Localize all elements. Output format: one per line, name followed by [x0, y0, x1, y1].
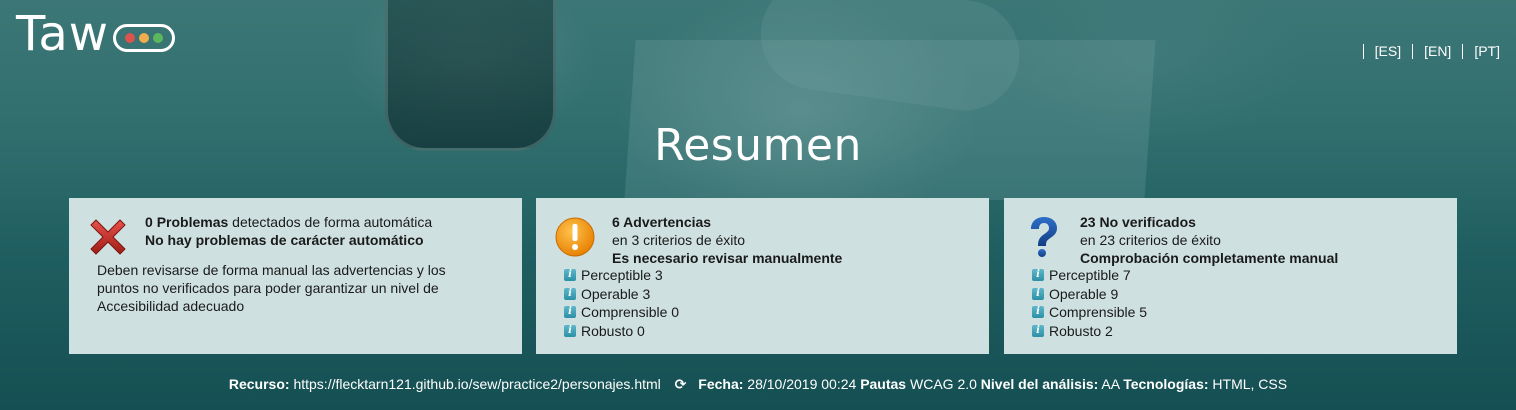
info-icon: i: [564, 269, 576, 282]
summary-header: Taw [ES] [EN] [PT] Resumen 0 Problemas d: [0, 0, 1516, 410]
problems-count-label: Problemas: [156, 214, 229, 230]
question-icon: [1031, 217, 1057, 257]
language-separator: [1412, 43, 1414, 59]
problems-card: 0 Problemas detectados de forma automáti…: [69, 198, 522, 354]
logo-dot-green: [153, 33, 164, 43]
analysis-info-bar: Recurso: https://flecktarn121.github.io/…: [0, 374, 1516, 394]
list-item[interactable]: i Operable 3: [564, 285, 679, 304]
guidelines-value: WCAG 2.0: [910, 376, 977, 392]
resource-url[interactable]: https://flecktarn121.github.io/sew/pract…: [293, 376, 660, 392]
page-title: Resumen: [654, 120, 862, 171]
warnings-card: 6 Advertencias en 3 criterios de éxito E…: [536, 198, 989, 354]
date-label: Fecha:: [698, 376, 744, 392]
taw-logo[interactable]: Taw: [16, 6, 176, 62]
list-item[interactable]: i Comprensible 5: [1032, 303, 1147, 322]
info-icon: i: [1032, 306, 1044, 319]
list-item[interactable]: i Robusto 0: [564, 322, 679, 341]
language-link-es[interactable]: [ES]: [1375, 43, 1401, 59]
principle-label: Comprensible 5: [1049, 304, 1148, 321]
red-x-icon: [90, 219, 126, 255]
principle-label: Perceptible 3: [581, 267, 663, 284]
problems-summary-line: 0 Problemas detectados de forma automáti…: [145, 213, 512, 231]
principle-label: Operable 9: [1049, 285, 1119, 302]
logo-traffic-light-icon: [113, 24, 176, 52]
unverified-subtitle: Comprobación completamente manual: [1080, 250, 1339, 266]
warning-icon: [555, 217, 595, 257]
warnings-principles-list: i Perceptible 3 i Operable 3 i Comprensible…: [564, 266, 679, 340]
logo-dot-red: [125, 33, 136, 43]
date-value: 28/10/2019 00:24: [747, 376, 857, 392]
language-separator: [1362, 43, 1364, 59]
problems-subtitle: No hay problemas de carácter automático: [145, 232, 424, 248]
language-separator: [1462, 43, 1464, 59]
principle-label: Operable 3: [581, 285, 651, 302]
logo-dot-yellow: [139, 33, 150, 43]
warnings-subtitle: Es necesario revisar manualmente: [612, 250, 843, 266]
problems-detail: detectados de forma automática: [228, 214, 433, 230]
info-icon: i: [564, 287, 576, 300]
problems-header: 0 Problemas detectados de forma automáti…: [145, 213, 512, 249]
unverified-title: 23 No verificados: [1080, 214, 1196, 230]
unverified-principles-list: i Perceptible 7 i Operable 9 i Comprensible…: [1032, 266, 1147, 340]
info-icon: i: [1032, 287, 1044, 300]
unverified-card: 23 No verificados en 23 criterios de éxi…: [1004, 198, 1457, 354]
principle-label: Robusto 2: [1049, 322, 1113, 339]
info-icon: i: [1032, 324, 1044, 337]
warnings-title: 6 Advertencias: [612, 214, 712, 230]
warnings-header: 6 Advertencias en 3 criterios de éxito E…: [612, 213, 979, 267]
info-icon: i: [564, 306, 576, 319]
language-link-pt[interactable]: [PT]: [1474, 43, 1500, 59]
level-label: Nivel del análisis:: [980, 376, 1099, 392]
logo-text: Taw: [16, 6, 110, 62]
list-item[interactable]: i Operable 9: [1032, 285, 1147, 304]
principle-label: Robusto 0: [581, 322, 645, 339]
technologies-label: Tecnologías:: [1123, 376, 1209, 392]
warnings-criteria: en 3 criterios de éxito: [612, 232, 746, 248]
list-item[interactable]: i Perceptible 3: [564, 266, 679, 285]
list-item[interactable]: i Comprensible 0: [564, 303, 679, 322]
level-value: AA: [1101, 376, 1120, 392]
refresh-icon[interactable]: ⟳: [675, 374, 687, 394]
unverified-header: 23 No verificados en 23 criterios de éxi…: [1080, 213, 1447, 267]
info-icon: i: [1032, 269, 1044, 282]
list-item[interactable]: i Robusto 2: [1032, 322, 1147, 341]
problems-note: Deben revisarse de forma manual las adve…: [97, 262, 446, 314]
problems-count: 0: [145, 214, 153, 230]
language-selector: [ES] [EN] [PT]: [1352, 43, 1500, 59]
principle-label: Comprensible 0: [581, 304, 680, 321]
info-icon: i: [564, 324, 576, 337]
unverified-criteria: en 23 criterios de éxito: [1080, 232, 1221, 248]
guidelines-label: Pautas: [860, 376, 907, 392]
list-item[interactable]: i Perceptible 7: [1032, 266, 1147, 285]
technologies-value: HTML, CSS: [1212, 376, 1288, 392]
language-link-en[interactable]: [EN]: [1424, 43, 1451, 59]
resource-label: Recurso:: [228, 376, 290, 392]
principle-label: Perceptible 7: [1049, 267, 1131, 284]
